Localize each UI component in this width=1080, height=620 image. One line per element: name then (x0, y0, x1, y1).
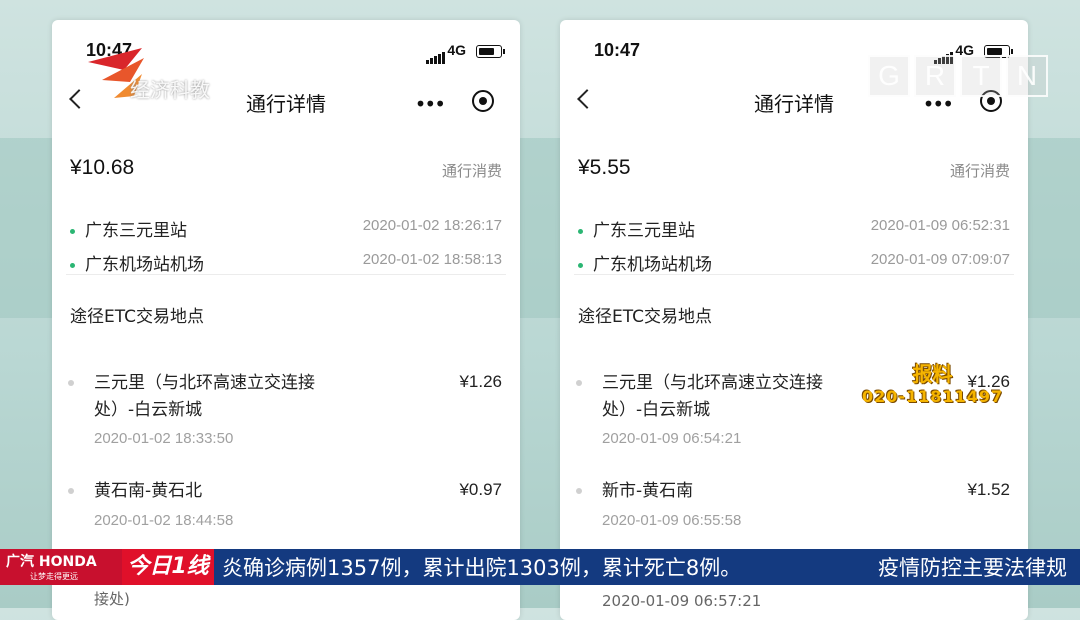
toll-amount: ¥5.55 (578, 156, 631, 179)
tipoff-title: 报料 (912, 362, 953, 386)
phone-screen-right: 10:47 4G 通行详情 ••• ¥5.55 通行消费 广东三元里站 2020… (560, 20, 1028, 620)
close-target-icon[interactable] (472, 90, 494, 112)
battery-icon (476, 45, 505, 58)
ticker-headline-next: 疫情防控主要法律规 (878, 556, 1067, 580)
network-label: 4G (447, 42, 466, 58)
peek-text: 2020-01-09 06:57:21 (602, 592, 762, 610)
exit-station: 广东机场站机场 2020-01-09 07:09:07 (578, 250, 1010, 275)
ticker-headline: 炎确诊病例1357例，累计出院1303例，累计死亡8例。 (222, 556, 742, 580)
tipoff-phone: 020-11811497 (862, 387, 1004, 406)
section-title: 途径ETC交易地点 (578, 307, 712, 327)
sponsor-slogan: 让梦走得更远 (30, 572, 78, 581)
tx-time: 2020-01-09 06:55:58 (602, 512, 742, 529)
entry-station: 广东三元里站 2020-01-09 06:52:31 (578, 216, 1010, 241)
watermark-letter: N (1006, 55, 1048, 97)
toll-type-label: 通行消费 (949, 162, 1010, 180)
status-time: 10:47 (594, 40, 641, 60)
entry-time: 2020-01-09 06:52:31 (870, 217, 1010, 234)
exit-station: 广东机场站机场 2020-01-02 18:58:13 (70, 250, 502, 275)
channel-logo: 经济科教 (84, 40, 244, 110)
signal-icon (426, 45, 446, 64)
watermark-letter: G (868, 55, 910, 97)
news-ticker: 广汽 HONDA 让梦走得更远 今日1线 炎确诊病例1357例，累计出院1303… (0, 549, 1080, 585)
tx-time: 2020-01-09 06:54:21 (602, 430, 742, 447)
gray-dot-icon (576, 380, 582, 386)
green-dot-icon (578, 228, 583, 234)
grtn-watermark: G R T N (868, 55, 1048, 97)
sponsor-name: 广汽 HONDA (6, 554, 97, 570)
program-badge: 今日1线 (122, 549, 214, 585)
tx-location: 三元里（与北环高速立交连接处）-白云新城 (602, 373, 823, 420)
gray-dot-icon (68, 488, 74, 494)
tx-location: 黄石南-黄石北 (94, 481, 203, 501)
entry-station-name: 广东三元里站 (85, 221, 187, 241)
green-dot-icon (70, 262, 75, 268)
tx-price: ¥1.52 (967, 480, 1010, 499)
peek-text: 接处) (94, 590, 130, 608)
divider (66, 274, 506, 275)
entry-station-name: 广东三元里站 (593, 221, 695, 241)
green-dot-icon (70, 228, 75, 234)
sponsor-badge: 广汽 HONDA 让梦走得更远 (0, 549, 122, 585)
exit-station-name: 广东机场站机场 (593, 255, 712, 275)
watermark-letter: T (960, 55, 1002, 97)
green-dot-icon (578, 262, 583, 268)
entry-time: 2020-01-02 18:26:17 (362, 217, 502, 234)
tx-price: ¥1.26 (459, 372, 502, 391)
tx-time: 2020-01-02 18:44:58 (94, 512, 234, 529)
tx-location: 新市-黄石南 (602, 481, 694, 501)
exit-time: 2020-01-02 18:58:13 (362, 251, 502, 268)
more-icon[interactable]: ••• (415, 92, 446, 116)
watermark-letter: R (914, 55, 956, 97)
exit-station-name: 广东机场站机场 (85, 255, 204, 275)
divider (574, 274, 1014, 275)
entry-station: 广东三元里站 2020-01-02 18:26:17 (70, 216, 502, 241)
gray-dot-icon (68, 380, 74, 386)
toll-amount: ¥10.68 (70, 156, 135, 179)
tx-location: 三元里（与北环高速立交连接处）-白云新城 (94, 373, 315, 420)
exit-time: 2020-01-09 07:09:07 (870, 251, 1010, 268)
channel-logo-text: 经济科教 (130, 78, 210, 102)
gray-dot-icon (576, 488, 582, 494)
toll-type-label: 通行消费 (441, 162, 502, 180)
tx-time: 2020-01-02 18:33:50 (94, 430, 234, 447)
section-title: 途径ETC交易地点 (70, 307, 204, 327)
tx-price: ¥0.97 (459, 480, 502, 499)
tipoff-hotline: 报料 020-11811497 (862, 358, 1003, 406)
